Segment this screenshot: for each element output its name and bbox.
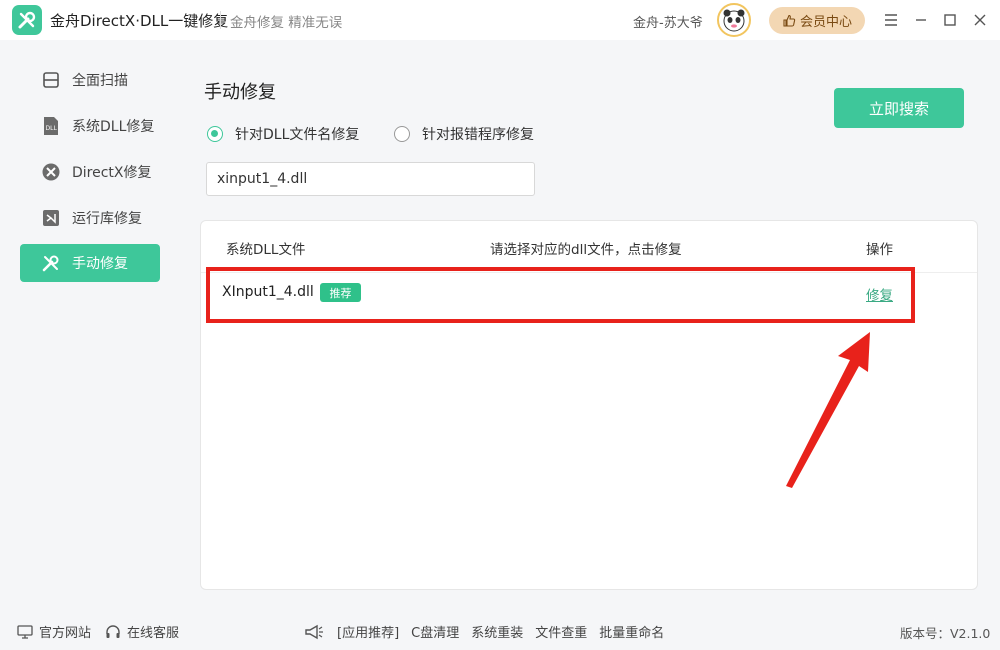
minimize-icon[interactable] (911, 10, 931, 30)
app-logo-icon (12, 5, 42, 35)
sidebar-item-directx[interactable]: DirectX修复 (20, 153, 160, 191)
table-header-dll: 系统DLL文件 (226, 242, 306, 258)
tools-icon (40, 252, 62, 274)
online-service-label: 在线客服 (127, 626, 180, 641)
radio-dot-unchecked (394, 126, 410, 142)
table-header-action: 操作 (866, 242, 893, 258)
sidebar-item-label: 运行库修复 (72, 211, 142, 227)
radio-dll-filename[interactable]: 针对DLL文件名修复 (207, 124, 359, 144)
footer-batch-rename[interactable]: 批量重命名 (599, 622, 664, 641)
fix-link[interactable]: 修复 (866, 284, 893, 304)
table-header-divider (201, 272, 977, 273)
radio-label: 针对DLL文件名修复 (235, 127, 360, 143)
title-bar: 金舟DirectX·DLL一键修复 金舟修复 精准无误 金舟-苏大爷 会员中心 (0, 0, 1000, 40)
table-header-hint: 请选择对应的dll文件，点击修复 (490, 242, 682, 258)
footer-app-recommend[interactable]: [应用推荐] (337, 622, 399, 641)
radio-dot-checked (207, 126, 223, 142)
directx-icon (40, 161, 62, 183)
radio-label: 针对报错程序修复 (422, 127, 534, 143)
title-divider (220, 11, 221, 29)
sidebar-item-system-dll[interactable]: DLL 系统DLL修复 (20, 107, 160, 145)
avatar[interactable] (717, 3, 751, 37)
footer-c-drive-clean[interactable]: C盘清理 (411, 622, 459, 641)
radio-error-program[interactable]: 针对报错程序修复 (394, 124, 534, 144)
recommend-badge: 推荐 (320, 283, 361, 302)
official-website-label: 官方网站 (39, 626, 92, 641)
footer-system-reinstall[interactable]: 系统重装 (471, 622, 523, 641)
scan-icon (40, 69, 62, 91)
sidebar-item-full-scan[interactable]: 全面扫描 (20, 61, 160, 99)
sidebar-item-label: 系统DLL修复 (72, 119, 155, 135)
search-now-button[interactable]: 立即搜索 (834, 88, 964, 128)
official-website-link[interactable]: 官方网站 (17, 622, 91, 641)
menu-icon[interactable] (881, 10, 901, 30)
footer-links: [应用推荐] C盘清理 系统重装 文件查重 批量重命名 (303, 622, 676, 641)
thumbs-up-icon (783, 14, 796, 27)
close-icon[interactable] (970, 10, 990, 30)
sidebar-item-label: 全面扫描 (72, 73, 128, 89)
online-service-link[interactable]: 在线客服 (105, 622, 179, 641)
vip-center-button[interactable]: 会员中心 (769, 7, 865, 34)
sidebar-item-runtime[interactable]: 运行库修复 (20, 199, 160, 237)
footer: 官方网站 在线客服 [应用推荐] C盘清理 系统重装 文件查重 批量重命名 版本… (0, 610, 1000, 650)
sidebar-item-label: DirectX修复 (72, 165, 152, 181)
app-title: 金舟DirectX·DLL一键修复 (50, 12, 229, 30)
monitor-icon (17, 624, 33, 639)
app-slogan: 金舟修复 精准无误 (230, 15, 343, 31)
annotation-arrow-icon (786, 332, 870, 488)
svg-text:DLL: DLL (46, 125, 58, 132)
dll-file-icon: DLL (40, 115, 62, 137)
maximize-icon[interactable] (940, 10, 960, 30)
vip-center-label: 会员中心 (799, 15, 852, 30)
megaphone-icon (305, 624, 323, 639)
sidebar-item-manual-fix[interactable]: 手动修复 (20, 244, 160, 282)
panda-avatar-icon (723, 9, 745, 32)
sidebar-item-label: 手动修复 (72, 256, 128, 272)
dll-name-input[interactable] (206, 162, 535, 196)
user-name[interactable]: 金舟-苏大爷 (633, 12, 703, 31)
headset-icon (106, 624, 120, 638)
table-row-dll-name: XInput1_4.dll (222, 284, 314, 300)
footer-file-dedupe[interactable]: 文件查重 (535, 622, 587, 641)
visual-studio-icon (40, 207, 62, 229)
version-label: 版本号：V2.1.0 (900, 626, 991, 641)
page-title: 手动修复 (204, 82, 276, 103)
